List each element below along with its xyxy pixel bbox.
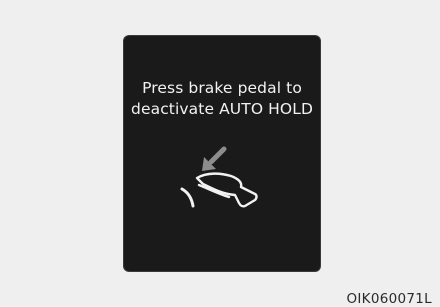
image-reference-code: OIK060071L (346, 291, 432, 307)
foot-on-brake-pedal-icon (180, 146, 258, 208)
message-line-2: deactivate AUTO HOLD (131, 100, 313, 118)
auto-hold-message: Press brake pedal to deactivate AUTO HOL… (124, 78, 320, 120)
message-line-1: Press brake pedal to (142, 79, 302, 97)
shoe-icon (195, 172, 258, 208)
cluster-display-panel: Press brake pedal to deactivate AUTO HOL… (124, 36, 320, 271)
press-arrow-icon (202, 146, 227, 171)
brake-pedal-icon (180, 187, 195, 208)
